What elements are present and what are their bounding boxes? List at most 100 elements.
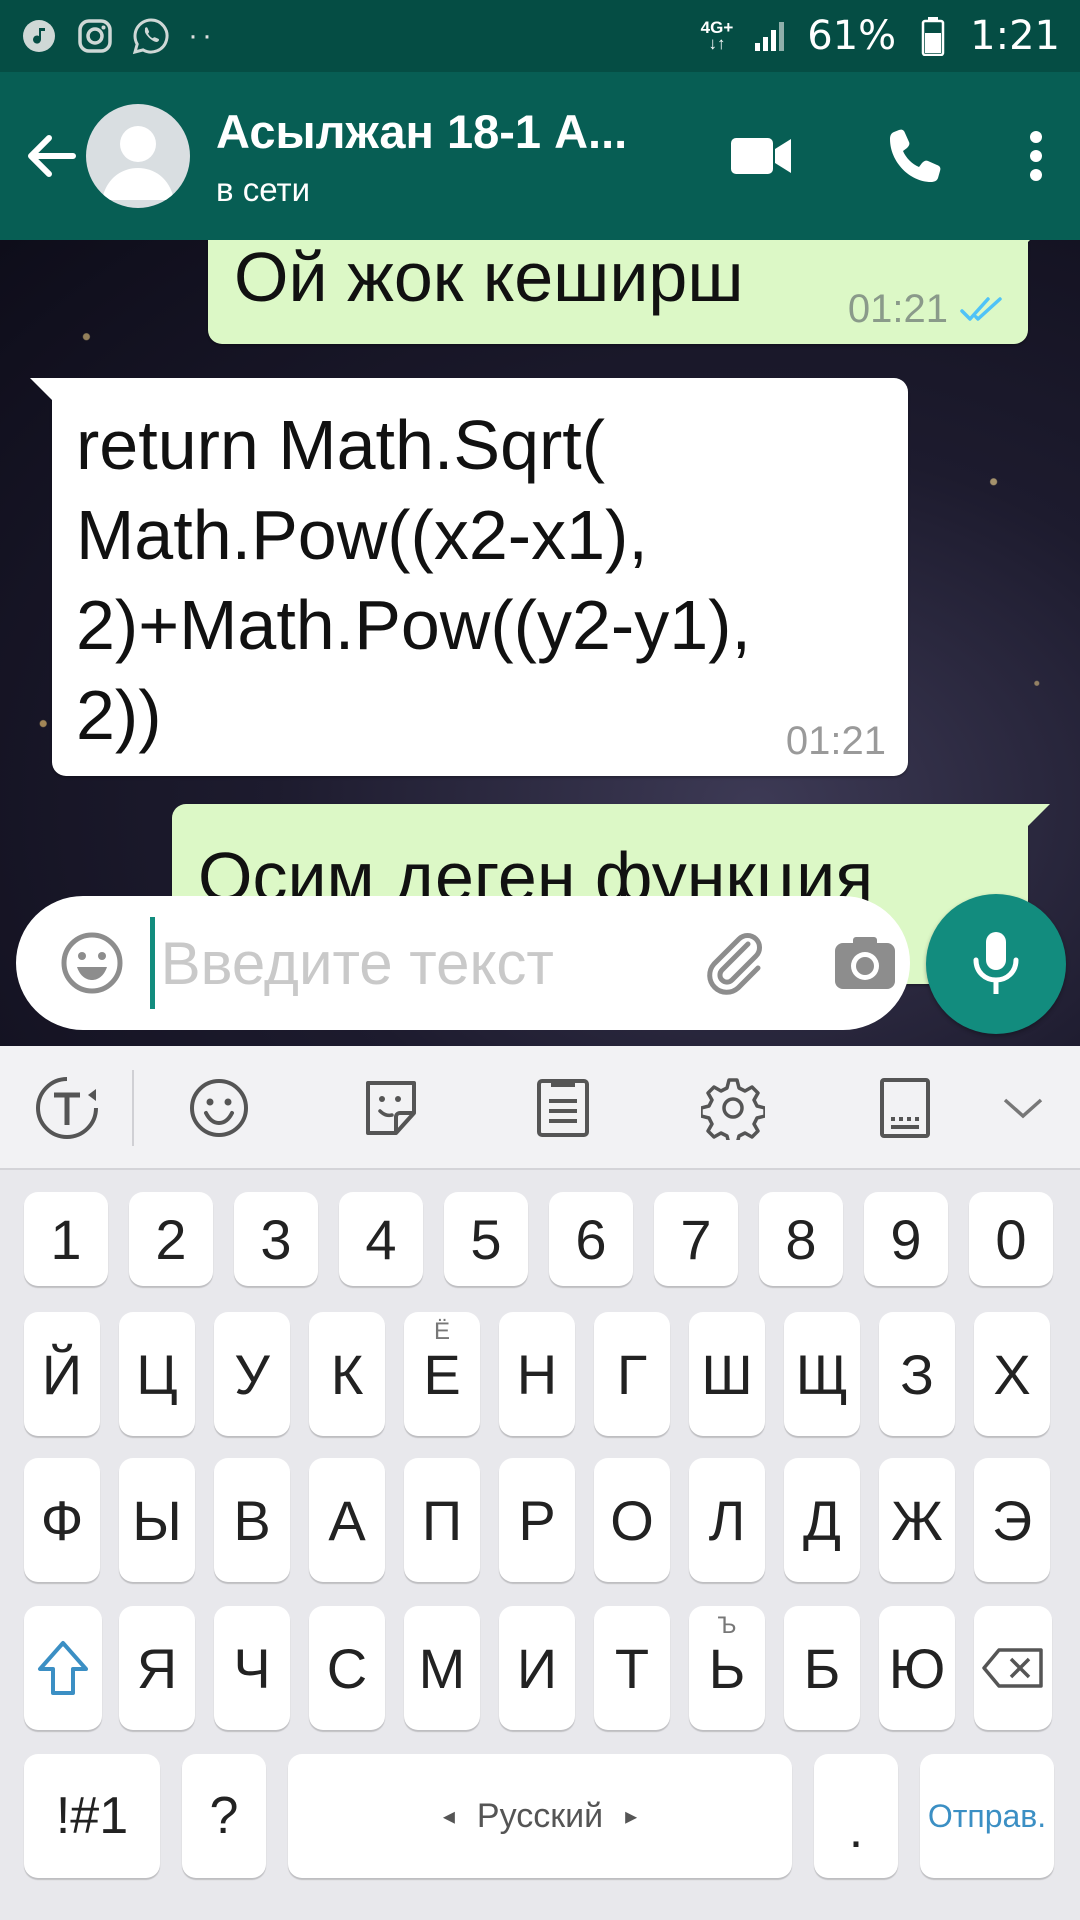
key-letter[interactable]: К: [309, 1312, 385, 1436]
smiley-icon: [190, 1079, 248, 1137]
key-8[interactable]: 8: [759, 1192, 843, 1286]
contact-status: в сети: [216, 170, 311, 208]
key-letter[interactable]: П: [404, 1458, 480, 1582]
key-letter[interactable]: В: [214, 1458, 290, 1582]
key-0[interactable]: 0: [969, 1192, 1053, 1286]
sticker-button[interactable]: [336, 1058, 446, 1158]
paperclip-icon: [707, 933, 763, 995]
more-options-button[interactable]: [996, 72, 1076, 240]
text-mode-icon: [36, 1077, 98, 1139]
key-3[interactable]: 3: [234, 1192, 318, 1286]
contact-avatar[interactable]: [86, 104, 190, 208]
key-letter[interactable]: Ц: [119, 1312, 195, 1436]
voice-call-button[interactable]: [856, 72, 976, 240]
toolbar-divider: [132, 1070, 134, 1146]
key-letter[interactable]: Ы: [119, 1458, 195, 1582]
key-letter[interactable]: А: [309, 1458, 385, 1582]
whatsapp-icon: [132, 17, 170, 55]
keyboard-size-button[interactable]: [850, 1058, 960, 1158]
key-letter[interactable]: Т: [594, 1606, 670, 1730]
camera-icon: [835, 937, 896, 989]
send-key[interactable]: Отправ.: [920, 1754, 1054, 1878]
key-char: Ь: [708, 1636, 746, 1700]
key-letter-with-alt[interactable]: Ё Е: [404, 1312, 480, 1436]
key-letter[interactable]: М: [404, 1606, 480, 1730]
back-button[interactable]: [6, 72, 96, 240]
collapse-toolbar-button[interactable]: [968, 1058, 1078, 1158]
voice-message-button[interactable]: [926, 894, 1066, 1034]
key-letter[interactable]: Э: [974, 1458, 1050, 1582]
key-char: Е: [423, 1342, 461, 1406]
status-bar: ·· 4G+ ↓↑ 61% 1:21: [0, 0, 1080, 72]
key-letter[interactable]: Ю: [879, 1606, 955, 1730]
attach-button[interactable]: [691, 918, 781, 1008]
key-letter[interactable]: Р: [499, 1458, 575, 1582]
key-alt-char: Ё: [433, 1318, 451, 1345]
keyboard-settings-button[interactable]: [678, 1058, 788, 1158]
message-input[interactable]: [160, 928, 661, 998]
contact-name: Асылжан 18-1 А...: [216, 104, 628, 158]
key-letter[interactable]: Н: [499, 1312, 575, 1436]
key-letter[interactable]: Х: [974, 1312, 1050, 1436]
key-letter[interactable]: Д: [784, 1458, 860, 1582]
clock: 1:21: [970, 13, 1060, 59]
bubble-tail: [1026, 240, 1050, 244]
backspace-icon: [982, 1648, 1043, 1688]
soft-keyboard: 1 2 3 4 5 6 7 8 9 0 Й Ц У К Ё Е Н Г Ш Щ …: [0, 1046, 1080, 1920]
contact-info[interactable]: Асылжан 18-1 А... в сети: [216, 104, 686, 209]
key-letter[interactable]: Б: [784, 1606, 860, 1730]
key-letter[interactable]: Й: [24, 1312, 100, 1436]
message-outgoing[interactable]: Ой жок кеширш 01:21: [208, 240, 1050, 344]
double-check-icon: [960, 296, 1002, 321]
key-letter[interactable]: Ф: [24, 1458, 100, 1582]
message-text: Ой жок кеширш: [234, 240, 744, 316]
default-avatar-icon: [102, 126, 174, 200]
key-letter-with-alt[interactable]: Ъ Ь: [689, 1606, 765, 1730]
question-key[interactable]: ?: [182, 1754, 266, 1878]
key-2[interactable]: 2: [129, 1192, 213, 1286]
key-1[interactable]: 1: [24, 1192, 108, 1286]
backspace-key[interactable]: [974, 1606, 1052, 1730]
video-call-button[interactable]: [706, 72, 816, 240]
key-letter[interactable]: С: [309, 1606, 385, 1730]
key-letter[interactable]: У: [214, 1312, 290, 1436]
message-text: return Math.Sqrt( Math.Pow((x2-x1), 2)+M…: [76, 406, 751, 754]
sticker-icon: [366, 1081, 416, 1135]
key-4[interactable]: 4: [339, 1192, 423, 1286]
emoji-keyboard-button[interactable]: [164, 1058, 274, 1158]
key-alt-char: Ъ: [717, 1612, 737, 1639]
key-5[interactable]: 5: [444, 1192, 528, 1286]
key-7[interactable]: 7: [654, 1192, 738, 1286]
key-letter[interactable]: Г: [594, 1312, 670, 1436]
period-key[interactable]: .: [814, 1754, 898, 1878]
text-translate-button[interactable]: [12, 1058, 122, 1158]
key-letter[interactable]: Ш: [689, 1312, 765, 1436]
symbols-key[interactable]: !#1: [24, 1754, 160, 1878]
key-letter[interactable]: З: [879, 1312, 955, 1436]
message-time: 01:21: [785, 719, 886, 763]
camera-button[interactable]: [820, 918, 910, 1008]
key-9[interactable]: 9: [864, 1192, 948, 1286]
key-letter[interactable]: Ж: [879, 1458, 955, 1582]
key-6[interactable]: 6: [549, 1192, 633, 1286]
clipboard-button[interactable]: [508, 1058, 618, 1158]
notification-dots: ··: [188, 19, 216, 52]
key-letter[interactable]: И: [499, 1606, 575, 1730]
shift-key[interactable]: [24, 1606, 102, 1730]
message-meta: 01:21: [848, 287, 1006, 332]
chevron-down-icon: [1003, 1098, 1043, 1119]
message-time: 01:21: [847, 287, 948, 331]
message-incoming[interactable]: return Math.Sqrt( Math.Pow((x2-x1), 2)+M…: [30, 378, 908, 776]
gear-icon: [701, 1078, 765, 1140]
key-letter[interactable]: Щ: [784, 1312, 860, 1436]
key-letter[interactable]: Л: [689, 1458, 765, 1582]
key-letter[interactable]: Ч: [214, 1606, 290, 1730]
battery-icon: [914, 17, 952, 56]
space-key[interactable]: ◂ Русский ▸: [288, 1754, 792, 1878]
text-cursor: [149, 917, 155, 1009]
clipboard-icon: [537, 1079, 589, 1137]
emoji-button[interactable]: [46, 917, 138, 1009]
key-letter[interactable]: Я: [119, 1606, 195, 1730]
key-letter[interactable]: О: [594, 1458, 670, 1582]
keyboard-resize-icon: [880, 1078, 930, 1138]
